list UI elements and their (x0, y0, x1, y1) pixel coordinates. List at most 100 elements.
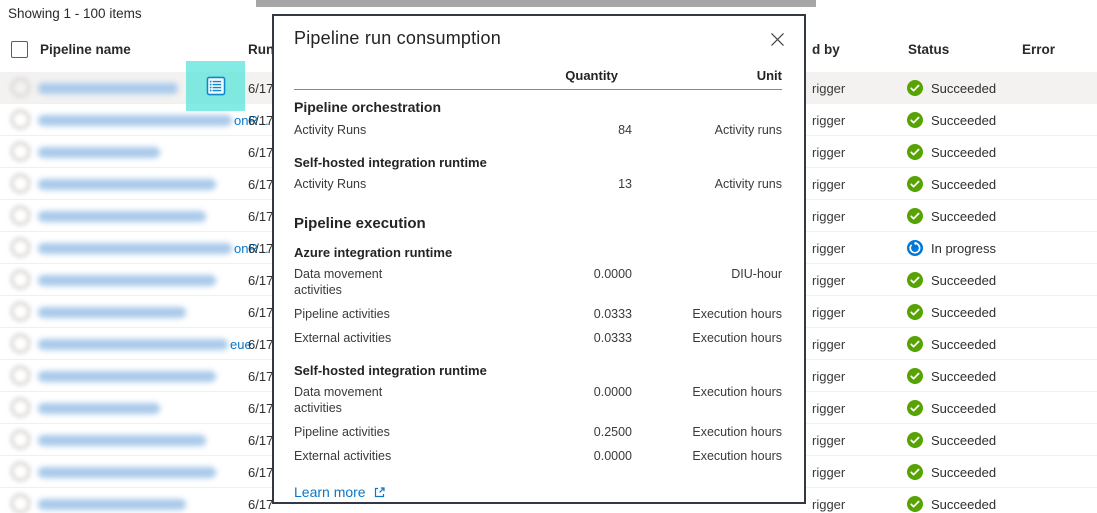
consumption-report-icon[interactable] (206, 76, 226, 96)
column-header-status[interactable]: Status (908, 42, 949, 57)
triggered-by-fragment: rigger (812, 305, 845, 320)
succeeded-icon (907, 400, 923, 416)
row-checkbox-redacted[interactable] (10, 173, 31, 194)
status-label: Succeeded (931, 497, 996, 512)
dialog-title: Pipeline run consumption (294, 28, 501, 49)
unit-column-header: Unit (632, 68, 782, 83)
run-start-date: 6/17 (248, 81, 273, 96)
row-checkbox-redacted[interactable] (10, 109, 31, 130)
run-start-date: 6/17 (248, 337, 273, 352)
status-badge: Succeeded (907, 144, 996, 160)
close-button[interactable] (766, 28, 788, 50)
close-icon (769, 31, 786, 48)
consumption-row: Pipeline activities0.0333Execution hours (294, 302, 782, 326)
consumption-row: Data movement activities0.0000DIU-hour (294, 262, 782, 302)
column-header-error[interactable]: Error (1022, 42, 1055, 57)
consumption-row-unit: Execution hours (632, 330, 782, 346)
pipeline-name-redacted[interactable] (38, 467, 216, 478)
status-badge: Succeeded (907, 432, 996, 448)
row-checkbox-redacted[interactable] (10, 301, 31, 322)
succeeded-icon (907, 80, 923, 96)
status-label: Succeeded (931, 145, 996, 160)
pipeline-name-redacted[interactable] (38, 403, 160, 414)
column-header-triggered-by[interactable]: d by (812, 42, 840, 57)
column-header-pipeline-name[interactable]: Pipeline name (40, 42, 131, 57)
triggered-by-fragment: rigger (812, 433, 845, 448)
consumption-row-quantity: 0.0000 (432, 448, 632, 464)
triggered-by-fragment: rigger (812, 337, 845, 352)
pipeline-name-redacted[interactable] (38, 83, 178, 94)
pipeline-name-redacted[interactable] (38, 339, 228, 350)
pipeline-name-redacted[interactable] (38, 147, 160, 158)
row-checkbox-redacted[interactable] (10, 141, 31, 162)
pipeline-name-redacted[interactable] (38, 499, 186, 510)
consumption-row-quantity: 13 (432, 176, 632, 192)
pipeline-name-redacted[interactable] (38, 115, 232, 126)
consumption-row-quantity: 0.0000 (432, 266, 632, 298)
row-checkbox-redacted[interactable] (10, 205, 31, 226)
items-count: Showing 1 - 100 items (8, 6, 142, 21)
run-start-date: 6/17 (248, 433, 273, 448)
row-checkbox-redacted[interactable] (10, 493, 31, 513)
row-checkbox-redacted[interactable] (10, 77, 31, 98)
run-start-date: 6/17 (248, 145, 273, 160)
row-checkbox-redacted[interactable] (10, 269, 31, 290)
run-start-date: 6/17 (248, 401, 273, 416)
consumption-row: Activity Runs84Activity runs (294, 118, 782, 142)
consumption-row-unit: Execution hours (632, 424, 782, 440)
consumption-section-title: Self-hosted integration runtime (294, 363, 782, 378)
link-label: Learn more (294, 484, 366, 500)
consumption-row-quantity: 0.0333 (432, 330, 632, 346)
consumption-row-label: Data movement activities (294, 266, 432, 298)
consumption-row-label: External activities (294, 448, 432, 464)
status-badge: Succeeded (907, 304, 996, 320)
triggered-by-fragment: rigger (812, 209, 845, 224)
column-header-run-start[interactable]: Run (248, 42, 274, 57)
pipeline-name-redacted[interactable] (38, 243, 232, 254)
run-start-date: 6/17 (248, 209, 273, 224)
run-start-date: 6/17 (248, 497, 273, 512)
status-label: Succeeded (931, 81, 996, 96)
consumption-row-label: Activity Runs (294, 176, 432, 192)
row-checkbox-redacted[interactable] (10, 429, 31, 450)
succeeded-icon (907, 272, 923, 288)
triggered-by-fragment: rigger (812, 145, 845, 160)
consumption-row: Pipeline activities0.2500Execution hours (294, 420, 782, 444)
succeeded-icon (907, 112, 923, 128)
consumption-row-label: Pipeline activities (294, 306, 432, 322)
triggered-by-fragment: rigger (812, 465, 845, 480)
pipeline-name-redacted[interactable] (38, 435, 206, 446)
row-checkbox-redacted[interactable] (10, 397, 31, 418)
status-badge: Succeeded (907, 368, 996, 384)
status-badge: Succeeded (907, 496, 996, 512)
status-label: Succeeded (931, 465, 996, 480)
pipeline-runs-screen: Showing 1 - 100 items Pipeline name Run … (0, 0, 1097, 513)
status-label: Succeeded (931, 369, 996, 384)
in-progress-icon (907, 240, 923, 256)
consumption-row: Activity Runs13Activity runs (294, 172, 782, 196)
consumption-row-quantity: 0.0000 (432, 384, 632, 416)
pipeline-name-redacted[interactable] (38, 211, 206, 222)
pipeline-name-redacted[interactable] (38, 179, 216, 190)
row-checkbox-redacted[interactable] (10, 237, 31, 258)
row-checkbox-redacted[interactable] (10, 365, 31, 386)
triggered-by-fragment: rigger (812, 113, 845, 128)
consumption-section-title: Pipeline execution (294, 215, 782, 232)
status-badge: In progress (907, 240, 996, 256)
learn-more-link[interactable]: Learn more (294, 484, 386, 500)
consumption-row-label: External activities (294, 330, 432, 346)
pipeline-name-redacted[interactable] (38, 307, 186, 318)
pipeline-name-redacted[interactable] (38, 371, 216, 382)
triggered-by-fragment: rigger (812, 369, 845, 384)
select-all-checkbox[interactable] (11, 41, 28, 58)
consumption-row-unit: Execution hours (632, 384, 782, 416)
succeeded-icon (907, 368, 923, 384)
consumption-column-headers: Quantity Unit (294, 68, 782, 83)
row-checkbox-redacted[interactable] (10, 461, 31, 482)
status-badge: Succeeded (907, 208, 996, 224)
consumption-row-unit: Activity runs (632, 122, 782, 138)
row-checkbox-redacted[interactable] (10, 333, 31, 354)
status-label: Succeeded (931, 305, 996, 320)
succeeded-icon (907, 144, 923, 160)
pipeline-name-redacted[interactable] (38, 275, 216, 286)
